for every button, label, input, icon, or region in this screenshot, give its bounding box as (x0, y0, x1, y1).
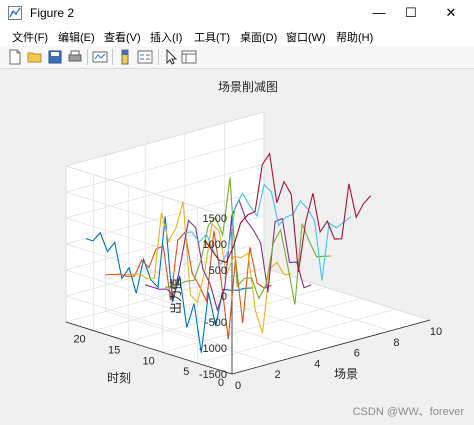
plot-3d[interactable]: 024681005101520-1500-1000-50005001000150… (0, 69, 474, 422)
link-plot-icon[interactable] (91, 48, 109, 66)
x-axis-title: 场景 (334, 367, 358, 381)
chart-title: 场景削减图 (218, 80, 278, 94)
edit-plot-arrow-icon[interactable] (162, 48, 180, 66)
menu-desktop[interactable]: 桌面(D) (240, 29, 277, 45)
maximize-button[interactable]: ☐ (392, 0, 430, 26)
menu-help[interactable]: 帮助(H) (336, 29, 373, 45)
open-file-icon[interactable] (26, 48, 44, 66)
menu-tools[interactable]: 工具(T) (194, 29, 230, 45)
watermark: CSDN @WW、forever (352, 406, 464, 418)
z-tick-label: 0 (221, 291, 227, 303)
insert-legend-icon[interactable] (136, 48, 154, 66)
toolbar-separator (87, 49, 88, 65)
z-tick-label: -500 (205, 317, 227, 329)
y-tick-label: 5 (183, 366, 189, 378)
window-title: Figure 2 (30, 6, 75, 20)
x-tick-label: 10 (430, 326, 442, 338)
window-titlebar: Figure 2 — ☐ ✕ (0, 0, 474, 26)
close-button[interactable]: ✕ (432, 0, 470, 26)
insert-colorbar-icon[interactable] (116, 48, 134, 66)
menu-edit[interactable]: 编辑(E) (58, 29, 95, 45)
z-tick-label: 1000 (203, 239, 227, 251)
x-tick-label: 6 (354, 348, 360, 360)
menu-window[interactable]: 窗口(W) (286, 29, 326, 45)
property-inspector-icon[interactable] (180, 48, 198, 66)
menu-bar: 文件(F) 编辑(E) 查看(V) 插入(I) 工具(T) 桌面(D) 窗口(W… (0, 26, 474, 46)
z-tick-label: -1500 (199, 369, 227, 381)
z-tick-label: 1500 (203, 213, 227, 225)
x-tick-label: 8 (393, 337, 399, 349)
z-tick-label: 500 (209, 265, 227, 277)
menu-insert[interactable]: 插入(I) (150, 29, 182, 45)
new-figure-icon[interactable] (6, 48, 24, 66)
x-tick-label: 2 (275, 369, 281, 381)
z-axis-title: 出力值 (168, 278, 183, 314)
menu-file[interactable]: 文件(F) (12, 29, 48, 45)
z-tick-label: -1000 (199, 343, 227, 355)
y-axis-title: 时刻 (107, 371, 131, 385)
y-tick-label: 10 (143, 355, 155, 367)
toolbar-separator (112, 49, 113, 65)
menu-view[interactable]: 查看(V) (104, 29, 141, 45)
figure-canvas: 0 2 4 6 8 10 0 5 10 15 20 -1500 -1000 -500 0 500 1000 150… (0, 69, 474, 422)
matlab-figure-icon (8, 6, 22, 20)
y-tick-label: 15 (108, 345, 120, 357)
y-tick-label: 20 (73, 334, 85, 346)
x-tick-label: 4 (314, 358, 320, 370)
x-tick-label: 0 (235, 380, 241, 392)
figure-toolbar (0, 46, 474, 69)
toolbar-separator (158, 49, 159, 65)
print-icon[interactable] (66, 48, 84, 66)
save-icon[interactable] (46, 48, 64, 66)
